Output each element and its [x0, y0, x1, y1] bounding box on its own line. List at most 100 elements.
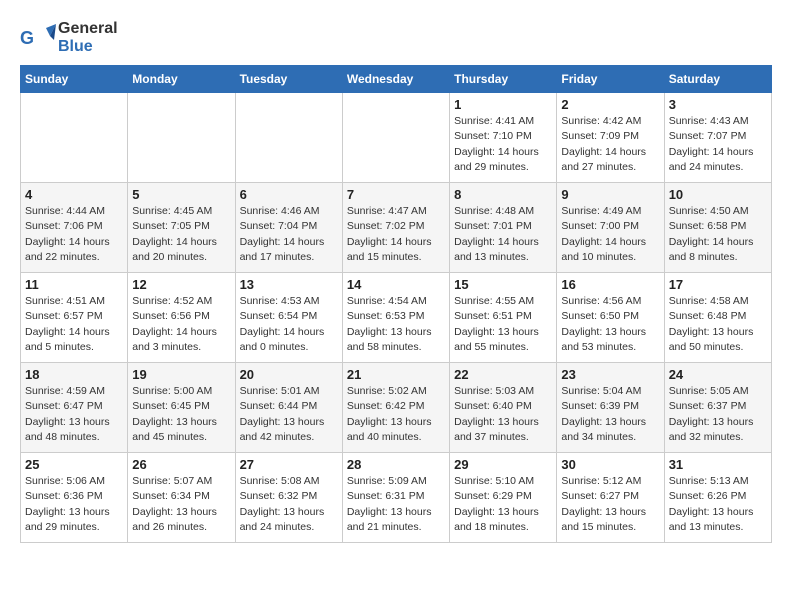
calendar-cell: 16 Sunrise: 4:56 AMSunset: 6:50 PMDayligh… — [557, 273, 664, 363]
calendar-cell: 11 Sunrise: 4:51 AMSunset: 6:57 PMDayligh… — [21, 273, 128, 363]
day-detail: Sunrise: 5:07 AMSunset: 6:34 PMDaylight:… — [132, 475, 217, 533]
calendar-cell — [21, 93, 128, 183]
svg-text:G: G — [20, 28, 34, 48]
calendar-cell: 1 Sunrise: 4:41 AMSunset: 7:10 PMDaylight… — [450, 93, 557, 183]
calendar-cell — [235, 93, 342, 183]
day-number: 9 — [561, 187, 659, 202]
day-detail: Sunrise: 5:01 AMSunset: 6:44 PMDaylight:… — [240, 385, 325, 443]
weekday-header-saturday: Saturday — [664, 66, 771, 93]
day-number: 30 — [561, 457, 659, 472]
day-number: 31 — [669, 457, 767, 472]
day-detail: Sunrise: 5:09 AMSunset: 6:31 PMDaylight:… — [347, 475, 432, 533]
day-detail: Sunrise: 4:43 AMSunset: 7:07 PMDaylight:… — [669, 115, 754, 173]
day-detail: Sunrise: 4:52 AMSunset: 6:56 PMDaylight:… — [132, 295, 217, 353]
calendar-week-5: 25 Sunrise: 5:06 AMSunset: 6:36 PMDayligh… — [21, 453, 772, 543]
day-number: 27 — [240, 457, 338, 472]
day-number: 3 — [669, 97, 767, 112]
day-detail: Sunrise: 5:03 AMSunset: 6:40 PMDaylight:… — [454, 385, 539, 443]
calendar-cell: 29 Sunrise: 5:10 AMSunset: 6:29 PMDayligh… — [450, 453, 557, 543]
weekday-header-thursday: Thursday — [450, 66, 557, 93]
calendar-cell: 2 Sunrise: 4:42 AMSunset: 7:09 PMDaylight… — [557, 93, 664, 183]
day-number: 26 — [132, 457, 230, 472]
calendar-cell: 14 Sunrise: 4:54 AMSunset: 6:53 PMDayligh… — [342, 273, 449, 363]
calendar-cell: 28 Sunrise: 5:09 AMSunset: 6:31 PMDayligh… — [342, 453, 449, 543]
day-detail: Sunrise: 5:12 AMSunset: 6:27 PMDaylight:… — [561, 475, 646, 533]
day-number: 21 — [347, 367, 445, 382]
calendar-cell: 20 Sunrise: 5:01 AMSunset: 6:44 PMDayligh… — [235, 363, 342, 453]
day-number: 22 — [454, 367, 552, 382]
day-number: 29 — [454, 457, 552, 472]
day-number: 14 — [347, 277, 445, 292]
day-detail: Sunrise: 4:45 AMSunset: 7:05 PMDaylight:… — [132, 205, 217, 263]
calendar-week-2: 4 Sunrise: 4:44 AMSunset: 7:06 PMDaylight… — [21, 183, 772, 273]
day-number: 20 — [240, 367, 338, 382]
weekday-header-sunday: Sunday — [21, 66, 128, 93]
day-number: 12 — [132, 277, 230, 292]
day-number: 2 — [561, 97, 659, 112]
calendar-cell: 31 Sunrise: 5:13 AMSunset: 6:26 PMDayligh… — [664, 453, 771, 543]
day-detail: Sunrise: 5:13 AMSunset: 6:26 PMDaylight:… — [669, 475, 754, 533]
weekday-header-wednesday: Wednesday — [342, 66, 449, 93]
day-detail: Sunrise: 4:50 AMSunset: 6:58 PMDaylight:… — [669, 205, 754, 263]
calendar-cell: 17Sunrise: 4:58 AMSunset: 6:48 PMDayligh… — [664, 273, 771, 363]
day-detail: Sunrise: 4:59 AMSunset: 6:47 PMDaylight:… — [25, 385, 110, 443]
logo: G General Blue — [20, 20, 118, 55]
day-detail: Sunrise: 4:49 AMSunset: 7:00 PMDaylight:… — [561, 205, 646, 263]
weekday-header-row: SundayMondayTuesdayWednesdayThursdayFrid… — [21, 66, 772, 93]
calendar-cell: 15 Sunrise: 4:55 AMSunset: 6:51 PMDayligh… — [450, 273, 557, 363]
day-detail: Sunrise: 5:06 AMSunset: 6:36 PMDaylight:… — [25, 475, 110, 533]
calendar-cell — [128, 93, 235, 183]
day-number: 4 — [25, 187, 123, 202]
day-detail: Sunrise: 4:46 AMSunset: 7:04 PMDaylight:… — [240, 205, 325, 263]
page-header: G General Blue — [20, 20, 772, 55]
day-detail: Sunrise: 4:55 AMSunset: 6:51 PMDaylight:… — [454, 295, 539, 353]
day-detail: Sunrise: 5:05 AMSunset: 6:37 PMDaylight:… — [669, 385, 754, 443]
day-number: 28 — [347, 457, 445, 472]
calendar-cell: 12 Sunrise: 4:52 AMSunset: 6:56 PMDayligh… — [128, 273, 235, 363]
day-number: 11 — [25, 277, 123, 292]
calendar-cell: 19 Sunrise: 5:00 AMSunset: 6:45 PMDayligh… — [128, 363, 235, 453]
day-detail: Sunrise: 4:51 AMSunset: 6:57 PMDaylight:… — [25, 295, 110, 353]
calendar-cell: 30 Sunrise: 5:12 AMSunset: 6:27 PMDayligh… — [557, 453, 664, 543]
day-number: 16 — [561, 277, 659, 292]
calendar-cell: 24Sunrise: 5:05 AMSunset: 6:37 PMDayligh… — [664, 363, 771, 453]
calendar-cell: 25 Sunrise: 5:06 AMSunset: 6:36 PMDayligh… — [21, 453, 128, 543]
day-number: 10 — [669, 187, 767, 202]
day-number: 23 — [561, 367, 659, 382]
calendar-cell: 23 Sunrise: 5:04 AMSunset: 6:39 PMDayligh… — [557, 363, 664, 453]
calendar-week-1: 1 Sunrise: 4:41 AMSunset: 7:10 PMDaylight… — [21, 93, 772, 183]
day-number: 19 — [132, 367, 230, 382]
weekday-header-friday: Friday — [557, 66, 664, 93]
day-detail: Sunrise: 4:41 AMSunset: 7:10 PMDaylight:… — [454, 115, 539, 173]
day-number: 17 — [669, 277, 767, 292]
calendar-cell: 4 Sunrise: 4:44 AMSunset: 7:06 PMDaylight… — [21, 183, 128, 273]
calendar-cell: 21 Sunrise: 5:02 AMSunset: 6:42 PMDayligh… — [342, 363, 449, 453]
calendar-cell: 26 Sunrise: 5:07 AMSunset: 6:34 PMDayligh… — [128, 453, 235, 543]
day-number: 25 — [25, 457, 123, 472]
day-detail: Sunrise: 4:48 AMSunset: 7:01 PMDaylight:… — [454, 205, 539, 263]
calendar-cell: 13Sunrise: 4:53 AMSunset: 6:54 PMDayligh… — [235, 273, 342, 363]
calendar-table: SundayMondayTuesdayWednesdayThursdayFrid… — [20, 65, 772, 543]
day-detail: Sunrise: 5:02 AMSunset: 6:42 PMDaylight:… — [347, 385, 432, 443]
day-detail: Sunrise: 5:04 AMSunset: 6:39 PMDaylight:… — [561, 385, 646, 443]
calendar-cell: 18Sunrise: 4:59 AMSunset: 6:47 PMDayligh… — [21, 363, 128, 453]
weekday-header-monday: Monday — [128, 66, 235, 93]
day-detail: Sunrise: 4:42 AMSunset: 7:09 PMDaylight:… — [561, 115, 646, 173]
day-number: 6 — [240, 187, 338, 202]
calendar-cell: 10 Sunrise: 4:50 AMSunset: 6:58 PMDayligh… — [664, 183, 771, 273]
day-number: 1 — [454, 97, 552, 112]
calendar-week-3: 11 Sunrise: 4:51 AMSunset: 6:57 PMDayligh… — [21, 273, 772, 363]
weekday-header-tuesday: Tuesday — [235, 66, 342, 93]
day-detail: Sunrise: 5:00 AMSunset: 6:45 PMDaylight:… — [132, 385, 217, 443]
day-detail: Sunrise: 4:53 AMSunset: 6:54 PMDaylight:… — [240, 295, 325, 353]
logo-blue-text: Blue — [58, 38, 118, 56]
day-detail: Sunrise: 5:10 AMSunset: 6:29 PMDaylight:… — [454, 475, 539, 533]
day-number: 5 — [132, 187, 230, 202]
day-detail: Sunrise: 4:44 AMSunset: 7:06 PMDaylight:… — [25, 205, 110, 263]
day-number: 15 — [454, 277, 552, 292]
day-detail: Sunrise: 4:56 AMSunset: 6:50 PMDaylight:… — [561, 295, 646, 353]
calendar-cell: 3 Sunrise: 4:43 AMSunset: 7:07 PMDaylight… — [664, 93, 771, 183]
calendar-cell: 22 Sunrise: 5:03 AMSunset: 6:40 PMDayligh… — [450, 363, 557, 453]
day-detail: Sunrise: 5:08 AMSunset: 6:32 PMDaylight:… — [240, 475, 325, 533]
day-detail: Sunrise: 4:54 AMSunset: 6:53 PMDaylight:… — [347, 295, 432, 353]
